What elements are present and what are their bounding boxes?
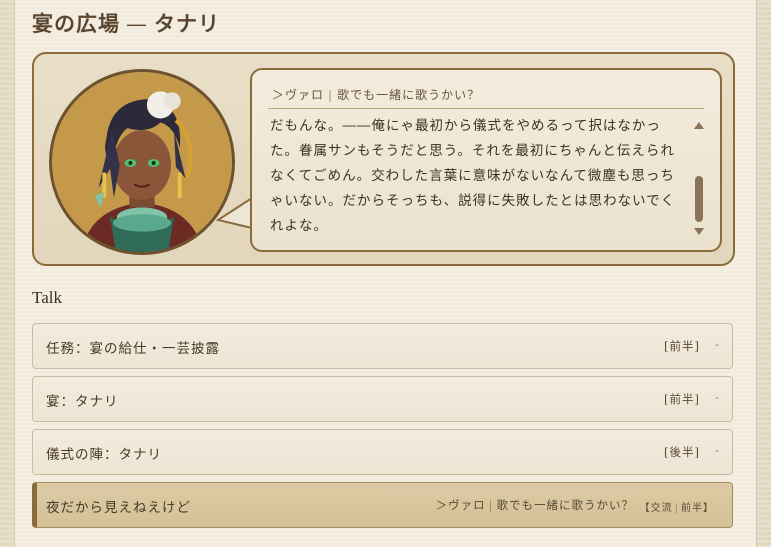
talk-item-label: 夜だから見えねえけど <box>46 500 191 516</box>
dialogue-panel: ＞ヴァロ | 歌でも一緒に歌うかい？ だもんな。――俺にゃ最初から儀式をやめるって択… <box>32 52 735 266</box>
left-border-strip <box>0 0 15 547</box>
tag-separator: | <box>674 503 679 514</box>
speech-bubble: ＞ヴァロ | 歌でも一緒に歌うかい？ だもんな。――俺にゃ最初から儀式をやめるって択… <box>250 68 722 252</box>
tag-close: 前半】 <box>681 503 714 514</box>
triangle-down-icon[interactable] <box>694 228 704 235</box>
talk-item-banquet[interactable]: 宴：タナリ [前半] - <box>32 376 733 422</box>
talk-item-expand-indicator: - <box>715 338 719 351</box>
talk-item-label: 任務：宴の給仕・一芸披露 <box>46 341 220 357</box>
triangle-up-icon[interactable] <box>694 122 704 129</box>
speaker-separator: | <box>328 88 334 102</box>
talk-heading: Talk <box>32 288 62 307</box>
talk-item-expand-indicator: - <box>715 391 719 404</box>
talk-item-tag: [前半] <box>664 339 700 353</box>
character-avatar <box>49 69 235 255</box>
bubble-divider <box>268 108 704 109</box>
scroll-thumb[interactable] <box>695 176 703 222</box>
talk-item-label: 宴：タナリ <box>46 394 119 410</box>
page-title: 宴の広場 — タナリ <box>32 8 220 38</box>
talk-item-ritual[interactable]: 儀式の陣：タナリ [後半] - <box>32 429 733 475</box>
dialogue-scrollbar[interactable] <box>692 118 706 236</box>
line-title: 歌でも一緒に歌うかい？ <box>337 88 481 102</box>
talk-item-tag: [前半] <box>664 392 700 406</box>
character-portrait-image <box>52 72 232 252</box>
talk-item-tag: [後半] <box>664 445 700 459</box>
subtitle-prefix: ＞ヴァロ <box>435 498 486 512</box>
speaker-prefix: ＞ヴァロ <box>272 88 325 102</box>
talk-item-subtitle: ＞ヴァロ | 歌でも一緒に歌うかい？ <box>436 497 634 513</box>
talk-item-expand-indicator: - <box>715 444 719 457</box>
talk-item-label: 儀式の陣：タナリ <box>46 447 162 463</box>
dialogue-text: だもんな。――俺にゃ最初から儀式をやめるって択はなかった。眷属サンもそうだと思う… <box>270 118 676 234</box>
talk-item-active[interactable]: 夜だから見えねえけど ＞ヴァロ | 歌でも一緒に歌うかい？ 【交流 | 前半】 <box>32 482 733 528</box>
page-title-main: 宴の広場 <box>32 11 120 36</box>
talk-item-tag: 【交流 | 前半】 <box>640 499 714 514</box>
dialogue-line-heading: ＞ヴァロ | 歌でも一緒に歌うかい？ <box>272 86 480 103</box>
right-border-strip <box>756 0 771 547</box>
page-title-separator: — <box>126 12 148 36</box>
tag-open: 【交流 <box>639 503 673 514</box>
page-title-character: タナリ <box>154 11 220 36</box>
subtitle-separator: | <box>488 498 494 512</box>
talk-item-mission[interactable]: 任務：宴の給仕・一芸披露 [前半] - <box>32 323 733 369</box>
subtitle-title: 歌でも一緒に歌うかい？ <box>496 498 634 512</box>
